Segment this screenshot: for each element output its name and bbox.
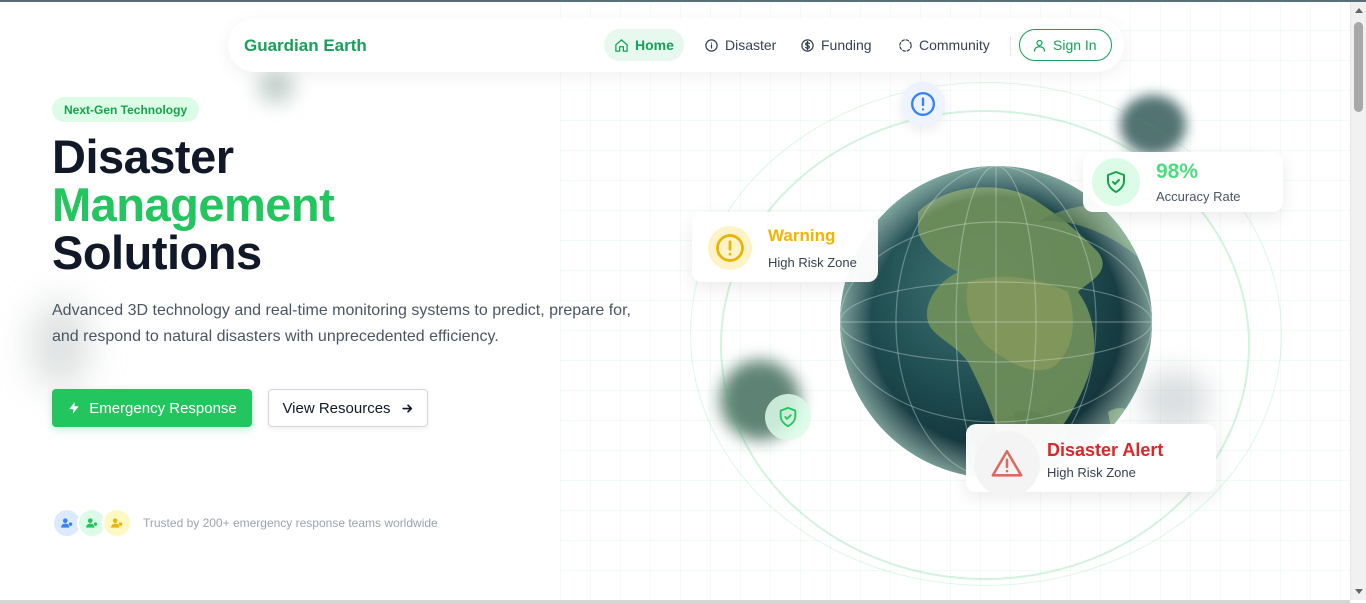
nav-disaster[interactable]: Disaster (694, 29, 786, 61)
dashed-circle-icon (899, 38, 912, 52)
warning-title: Warning (768, 226, 836, 245)
disaster-alert-card: Disaster Alert High Risk Zone (966, 424, 1216, 497)
view-resources-button[interactable]: View Resources (268, 389, 428, 427)
trusted-text: Trusted by 200+ emergency response teams… (143, 516, 438, 530)
nav-funding[interactable]: Funding (790, 29, 882, 61)
arrow-right-icon (401, 403, 412, 413)
warning-icon-circle (708, 226, 752, 270)
user-group-icon (111, 518, 123, 528)
shield-check-icon (779, 406, 797, 428)
accuracy-label: Accuracy Rate (1156, 189, 1241, 204)
warning-exclamation-icon (716, 234, 744, 262)
accuracy-icon-circle (1092, 158, 1140, 206)
sign-in-label: Sign In (1053, 37, 1097, 53)
nav-home-label: Home (635, 37, 674, 53)
emergency-response-button[interactable]: Emergency Response (52, 389, 252, 427)
view-resources-label: View Resources (282, 399, 391, 417)
hero-title-line1: Disaster (52, 130, 234, 183)
home-icon (615, 38, 628, 52)
user-group-icon (61, 518, 73, 528)
warning-card: Warning High Risk Zone (692, 212, 878, 282)
warning-subtitle: High Risk Zone (768, 255, 857, 270)
emergency-response-label: Emergency Response (89, 399, 237, 417)
alert-title: Disaster Alert (1047, 440, 1164, 460)
nav-disaster-label: Disaster (725, 37, 777, 53)
blur-blob (258, 72, 294, 102)
scroll-up-icon[interactable] (1355, 8, 1363, 13)
shield-bubble (765, 394, 811, 440)
avatar (102, 508, 132, 538)
hero-description: Advanced 3D technology and real-time mon… (52, 302, 631, 345)
info-circle-icon (705, 38, 718, 52)
nav-community-label: Community (919, 37, 990, 53)
trusted-avatars (52, 508, 134, 538)
user-group-icon (86, 518, 98, 528)
triangle-alert-icon (991, 449, 1023, 477)
alert-subtitle: High Risk Zone (1047, 465, 1136, 480)
tech-badge: Next-Gen Technology (52, 97, 200, 122)
navbar: Guardian Earth Home Disaster Funding Com… (228, 18, 1124, 72)
accuracy-card: 98% Accuracy Rate (1083, 152, 1283, 212)
user-icon (1033, 39, 1046, 52)
alert-icon-circle (974, 431, 1040, 497)
hero-title-line2: Management (52, 178, 335, 231)
lightning-icon (69, 402, 79, 414)
nav-divider (1010, 36, 1011, 56)
scroll-down-icon[interactable] (1355, 589, 1363, 594)
info-alert-icon (910, 91, 936, 117)
shield-check-icon (1107, 171, 1125, 193)
hero-title-line3: Solutions (52, 226, 262, 279)
info-alert-bubble (901, 82, 945, 126)
dollar-circle-icon (801, 38, 814, 52)
scrollbar[interactable] (1350, 2, 1366, 600)
nav-funding-label: Funding (821, 37, 872, 53)
sign-in-button[interactable]: Sign In (1019, 29, 1112, 61)
scroll-thumb[interactable] (1354, 22, 1363, 112)
accuracy-value: 98% (1156, 160, 1199, 183)
nav-community[interactable]: Community (888, 29, 1000, 61)
brand-logo[interactable]: Guardian Earth (244, 36, 367, 56)
nav-home[interactable]: Home (604, 29, 684, 61)
